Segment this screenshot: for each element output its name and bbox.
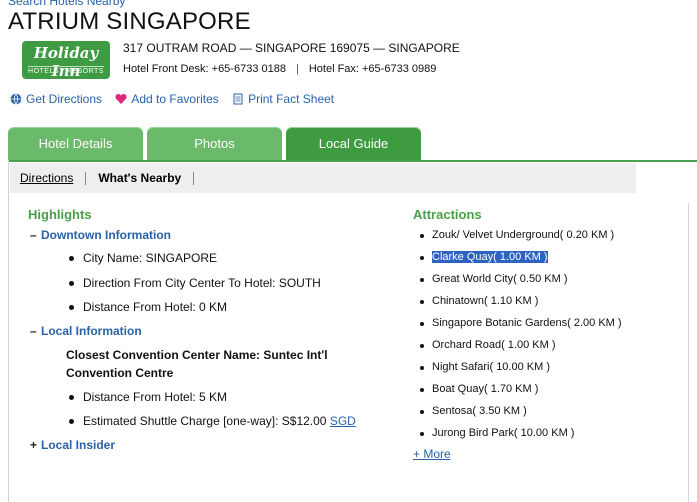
more-attractions-link[interactable]: + More	[413, 447, 451, 461]
attraction-item: Boat Quay( 1.70 KM )	[419, 383, 539, 395]
currency-link[interactable]: SGD	[330, 414, 356, 428]
downtown-information-toggle[interactable]: – Downtown Information	[30, 228, 171, 242]
attraction-text: Sentosa( 3.50 KM )	[432, 405, 527, 417]
attraction-text: Great World City( 0.50 KM )	[432, 273, 568, 285]
attraction-item: Zouk/ Velvet Underground( 0.20 KM )	[419, 229, 615, 241]
attraction-text: Clarke Quay( 1.00 KM )	[432, 251, 548, 263]
add-to-favorites-link[interactable]: Add to Favorites	[115, 92, 219, 106]
local-guide-subnav: Directions What's Nearby	[10, 163, 636, 193]
attractions-heading: Attractions	[413, 207, 482, 222]
hotel-actions: Get Directions Add to Favorites Print Fa…	[10, 92, 344, 108]
attraction-text: Jurong Bird Park( 10.00 KM )	[432, 427, 575, 439]
tab-local-guide-label: Local Guide	[318, 136, 389, 151]
get-directions-label: Get Directions	[26, 92, 103, 106]
highlights-heading: Highlights	[28, 207, 92, 222]
tab-hotel-details-label: Hotel Details	[38, 136, 113, 151]
attraction-item: Orchard Road( 1.00 KM )	[420, 339, 556, 351]
tab-photos[interactable]: Photos	[147, 127, 282, 160]
get-directions-link[interactable]: Get Directions	[10, 92, 102, 106]
attraction-item: Night Safari( 10.00 KM )	[420, 361, 550, 373]
attraction-text: Night Safari( 10.00 KM )	[432, 361, 550, 373]
hotel-phones: Hotel Front Desk: +65-6733 0188 | Hotel Fa…	[123, 63, 436, 75]
attraction-item: Jurong Bird Park( 10.00 KM )	[419, 427, 575, 439]
print-fact-sheet-label: Print Fact Sheet	[248, 92, 335, 106]
logo-tagline: HOTELS · RESORTS	[28, 66, 104, 75]
panel-right-border	[688, 203, 689, 502]
list-item: City Name: SINGAPORE	[68, 251, 218, 265]
attraction-text: Zouk/ Velvet Underground( 0.20 KM )	[432, 229, 615, 241]
local-information-label: Local Information	[41, 324, 142, 338]
list-item: Estimated Shuttle Charge [one-way]: S$12…	[69, 414, 356, 428]
convention-center: Closest Convention Center Name: Suntec I…	[66, 346, 346, 382]
document-icon	[233, 93, 243, 105]
local-information-toggle[interactable]: – Local Information	[30, 324, 142, 338]
front-desk-phone: Hotel Front Desk: +65-6733 0188	[123, 63, 286, 75]
heart-icon	[115, 94, 127, 104]
hotel-title: ATRIUM SINGAPORE	[8, 8, 251, 35]
expand-icon: +	[30, 438, 38, 452]
shuttle-charge-text: Estimated Shuttle Charge [one-way]: S$12…	[83, 414, 327, 428]
subnav-whats-nearby[interactable]: What's Nearby	[86, 171, 195, 185]
tab-hotel-details[interactable]: Hotel Details	[8, 127, 143, 160]
add-to-favorites-label: Add to Favorites	[131, 92, 219, 106]
print-fact-sheet-link[interactable]: Print Fact Sheet	[232, 92, 334, 106]
attraction-item: Sentosa( 3.50 KM )	[420, 405, 527, 417]
list-item: Direction From City Center To Hotel: SOU…	[69, 276, 321, 290]
panel-border	[8, 160, 9, 502]
tab-local-guide[interactable]: Local Guide	[286, 127, 421, 160]
collapse-icon: –	[30, 228, 37, 242]
attraction-item: Singapore Botanic Gardens( 2.00 KM )	[420, 317, 622, 329]
tabs-divider	[8, 160, 697, 162]
local-insider-toggle[interactable]: + Local Insider	[30, 438, 115, 452]
convention-center-line1: Closest Convention Center Name: Suntec I…	[66, 348, 328, 362]
attraction-item: Chinatown( 1.10 KM )	[419, 295, 539, 307]
phone-separator: |	[295, 63, 299, 75]
attraction-item: Great World City( 0.50 KM )	[420, 273, 568, 285]
attraction-text: Chinatown( 1.10 KM )	[432, 295, 539, 307]
attraction-text: Boat Quay( 1.70 KM )	[432, 383, 539, 395]
hotel-address: 317 OUTRAM ROAD — SINGAPORE 169075 — SIN…	[123, 41, 460, 55]
attraction-text: Orchard Road( 1.00 KM )	[432, 339, 556, 351]
attraction-text: Singapore Botanic Gardens( 2.00 KM )	[432, 317, 622, 329]
fax-number: Hotel Fax: +65-6733 0989	[308, 63, 437, 75]
local-insider-label: Local Insider	[41, 438, 116, 452]
globe-icon	[10, 93, 22, 105]
list-item: Distance From Hotel: 5 KM	[68, 390, 228, 404]
collapse-icon: –	[30, 324, 37, 338]
attraction-item-selected: Clarke Quay( 1.00 KM )	[420, 251, 548, 263]
subnav-directions[interactable]: Directions	[10, 171, 87, 185]
holiday-inn-logo: Holiday Inn HOTELS · RESORTS	[22, 41, 110, 80]
convention-center-line2: Convention Centre	[66, 366, 174, 380]
downtown-information-label: Downtown Information	[41, 228, 171, 242]
list-item: Distance From Hotel: 0 KM	[68, 300, 228, 314]
tab-photos-label: Photos	[194, 136, 235, 151]
search-hotels-nearby-link[interactable]: Search Hotels Nearby	[8, 0, 125, 8]
